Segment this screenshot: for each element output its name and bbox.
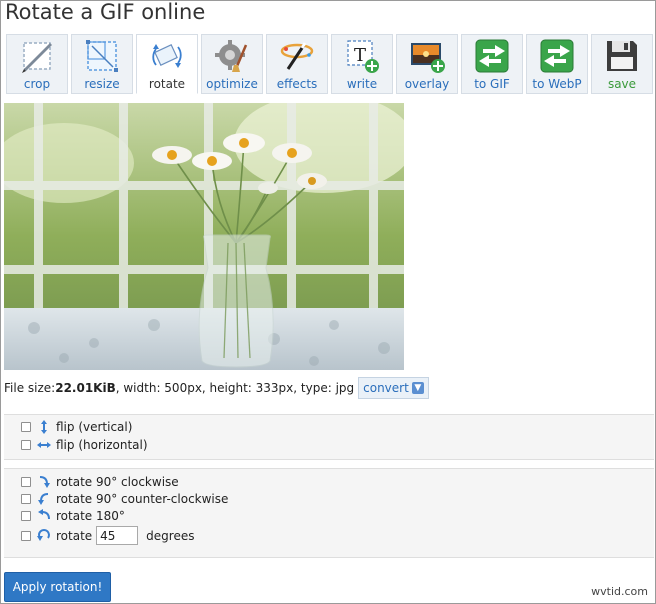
rotate-ccw-checkbox[interactable]	[21, 494, 31, 504]
rotate-180-icon	[37, 509, 51, 523]
tool-to-webp[interactable]: to WebP	[526, 34, 588, 94]
watermark: wvtid.com	[591, 585, 648, 598]
tool-save[interactable]: save	[591, 34, 653, 94]
rotate-cw-option[interactable]: rotate 90° clockwise	[21, 475, 179, 489]
page-title: Rotate a GIF online	[5, 0, 206, 24]
file-size-value: 22.01KiB	[55, 381, 116, 395]
to-webp-icon	[537, 36, 577, 76]
rotate-degrees-input[interactable]	[96, 526, 139, 545]
rotate-custom-label: rotate	[56, 528, 93, 543]
rotate-custom-option[interactable]: rotate degrees	[21, 526, 194, 545]
tool-crop[interactable]: crop	[6, 34, 68, 94]
tool-effects[interactable]: effects	[266, 34, 328, 94]
tool-to-gif[interactable]: to GIF	[461, 34, 523, 94]
flip-options-panel: flip (vertical) flip (horizontal)	[4, 414, 654, 460]
optimize-icon	[212, 36, 252, 76]
overlay-icon	[407, 36, 447, 76]
file-info-prefix: File size:	[4, 381, 56, 395]
download-arrow-icon: ▼	[411, 382, 424, 394]
degrees-label: degrees	[146, 528, 195, 543]
tool-label: effects	[276, 77, 318, 91]
rotate-custom-icon	[37, 528, 51, 543]
tool-label: write	[346, 77, 378, 91]
tool-label: crop	[23, 77, 51, 91]
flip-horizontal-icon	[37, 438, 51, 452]
tool-label: resize	[84, 77, 120, 91]
effects-icon	[277, 36, 317, 76]
rotate-180-label: rotate 180°	[56, 509, 125, 523]
flip-horizontal-label: flip (horizontal)	[56, 438, 148, 452]
tool-overlay[interactable]: overlay	[396, 34, 458, 94]
write-icon: T	[342, 36, 382, 76]
to-gif-icon	[472, 36, 512, 76]
convert-button[interactable]: convert ▼	[358, 377, 429, 399]
rotate-cw-label: rotate 90° clockwise	[56, 475, 179, 489]
tool-write[interactable]: T write	[331, 34, 393, 94]
tool-label: to WebP	[532, 77, 582, 91]
rotate-cw-checkbox[interactable]	[21, 477, 31, 487]
rotate-180-option[interactable]: rotate 180°	[21, 509, 125, 523]
flip-vertical-label: flip (vertical)	[56, 420, 133, 434]
rotate-custom-checkbox[interactable]	[21, 530, 31, 541]
tool-label: rotate	[148, 77, 186, 91]
rotate-ccw-label: rotate 90° counter-clockwise	[56, 492, 229, 506]
rotate-options-panel: rotate 90° clockwise rotate 90° counter-…	[4, 468, 654, 558]
svg-text:T: T	[354, 45, 366, 66]
rotate-icon	[147, 36, 187, 76]
rotate-clockwise-icon	[37, 475, 51, 489]
rotate-180-checkbox[interactable]	[21, 511, 31, 521]
rotate-counterclockwise-icon	[37, 492, 51, 506]
apply-rotation-button[interactable]: Apply rotation!	[4, 572, 111, 602]
tool-label: overlay	[404, 77, 450, 91]
flip-vertical-checkbox[interactable]	[21, 422, 31, 432]
tool-label: to GIF	[474, 77, 510, 91]
rotate-ccw-option[interactable]: rotate 90° counter-clockwise	[21, 492, 228, 506]
resize-icon	[82, 36, 122, 76]
tool-optimize[interactable]: optimize	[201, 34, 263, 94]
flip-horizontal-option[interactable]: flip (horizontal)	[21, 438, 148, 452]
convert-label: convert	[363, 381, 409, 395]
toolbar: crop resize rotate optimize effects T wr…	[6, 34, 653, 94]
flip-horizontal-checkbox[interactable]	[21, 440, 31, 450]
tool-resize[interactable]: resize	[71, 34, 133, 94]
preview-image	[4, 103, 404, 370]
file-info: File size: 22.01KiB, width: 500px, heigh…	[4, 377, 429, 399]
file-info-details: , width: 500px, height: 333px, type: jpg	[115, 381, 355, 395]
tool-rotate[interactable]: rotate	[136, 34, 198, 94]
tool-label: optimize	[206, 77, 258, 91]
tool-label: save	[607, 77, 637, 91]
save-icon	[602, 36, 642, 76]
flip-vertical-icon	[37, 420, 51, 434]
flip-vertical-option[interactable]: flip (vertical)	[21, 420, 132, 434]
crop-icon	[17, 36, 57, 76]
